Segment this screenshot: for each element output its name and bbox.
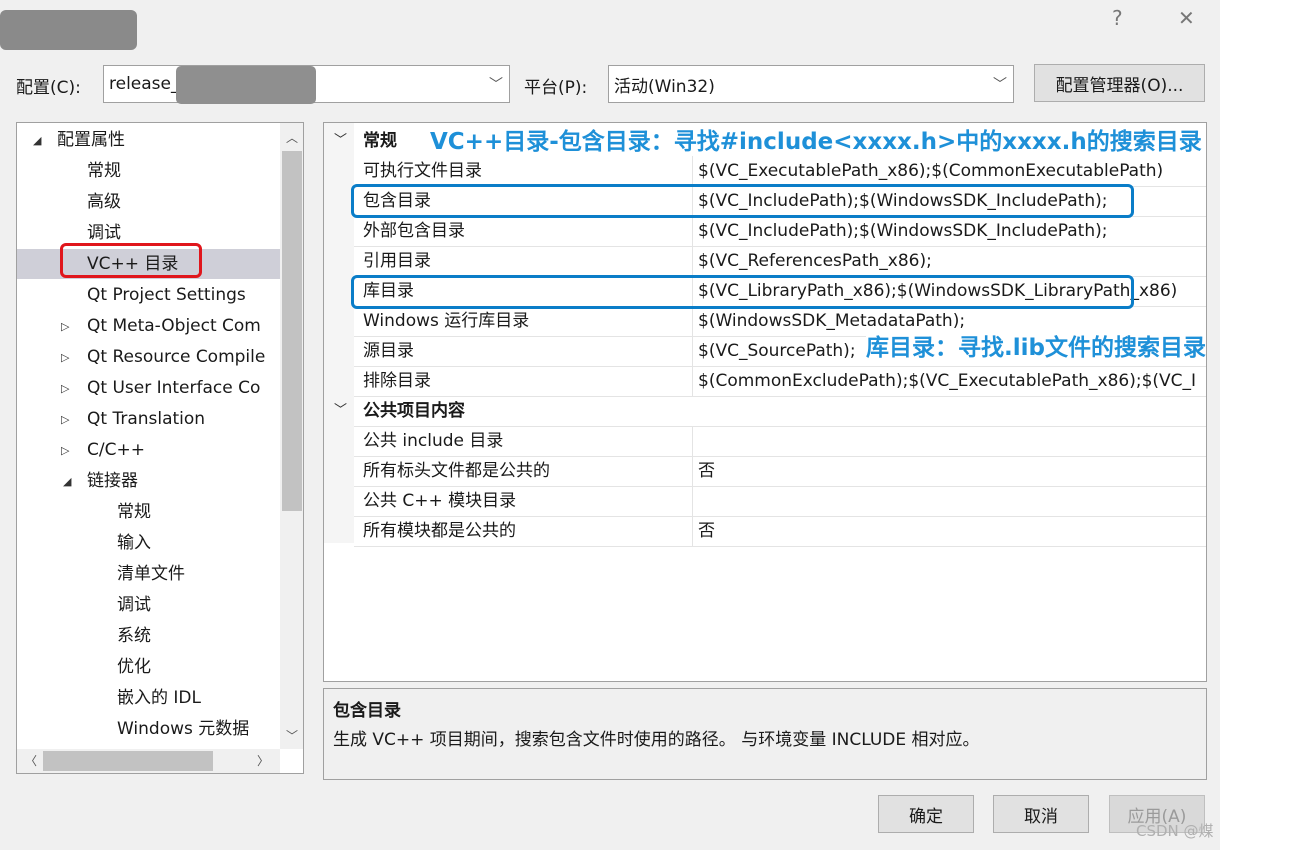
config-label: 配置(C): (16, 78, 81, 98)
config-redacted (176, 66, 316, 104)
property-tree: ◢ 配置属性 常规 高级 调试 VC++ 目录 Qt Project Setti… (16, 122, 304, 774)
platform-label: 平台(P): (524, 78, 588, 98)
property-name: Windows 运行库目录 (363, 311, 530, 331)
tree-item-label: Qt User Interface Co (87, 378, 261, 398)
description-text: 生成 VC++ 项目期间，搜索包含文件时使用的路径。 与环境变量 INCLUDE… (333, 730, 980, 750)
property-name: 外部包含目录 (363, 221, 465, 241)
scroll-down-icon[interactable]: ﹀ (286, 727, 298, 744)
platform-value: 活动(Win32) (614, 76, 715, 97)
property-row[interactable]: 可执行文件目录 $(VC_ExecutablePath_x86);$(Commo… (324, 156, 1206, 186)
expand-icon: ▷ (61, 382, 70, 395)
highlight-vc-directories (60, 243, 202, 278)
tree-item-config-props[interactable]: ◢ 配置属性 (17, 125, 280, 155)
category-label: 常规 (363, 131, 397, 151)
expand-icon: ▷ (61, 320, 70, 333)
annotation-library: 库目录：寻找.lib文件的搜索目录 (866, 328, 1206, 362)
ok-button[interactable]: 确定 (878, 795, 974, 833)
title-redacted (0, 10, 137, 50)
highlight-include-dirs (351, 184, 1134, 218)
tree-item-label: Qt Translation (87, 409, 206, 429)
config-manager-button[interactable]: 配置管理器(O)... (1034, 64, 1205, 102)
tree-item-linker-input[interactable]: 输入 (117, 528, 151, 558)
expand-icon: ▷ (61, 351, 70, 364)
property-row[interactable]: 所有模块都是公共的 否 (324, 516, 1206, 546)
property-row[interactable]: 公共 C++ 模块目录 (324, 486, 1206, 516)
property-row[interactable]: 引用目录 $(VC_ReferencesPath_x86); (324, 246, 1206, 276)
tree-item-linker-optimization[interactable]: 优化 (117, 652, 151, 682)
property-value: 否 (698, 461, 715, 481)
chevron-down-icon: ﹀ (993, 77, 1007, 93)
tree-item-linker-manifest[interactable]: 清单文件 (117, 559, 185, 589)
property-value: $(VC_ReferencesPath_x86); (698, 251, 932, 271)
tree-item-label: C/C++ (87, 440, 145, 460)
watermark: CSDN @煤 (1136, 822, 1214, 840)
tree-item-general[interactable]: 常规 (87, 156, 121, 186)
annotation-include: VC++目录-包含目录：寻找#include<xxxx.h>中的xxxx.h的搜… (430, 129, 1202, 155)
expand-icon: ▷ (61, 444, 70, 457)
tree-item-qt-project-settings[interactable]: Qt Project Settings (87, 280, 246, 310)
property-value: $(VC_ExecutablePath_x86);$(CommonExecuta… (698, 161, 1164, 181)
property-name: 排除目录 (363, 371, 431, 391)
help-button[interactable]: ? (1112, 6, 1123, 30)
property-value: $(VC_IncludePath);$(WindowsSDK_IncludePa… (698, 221, 1108, 241)
chevron-down-icon: ﹀ (489, 77, 503, 93)
tree-item-advanced[interactable]: 高级 (87, 187, 121, 217)
description-panel: 包含目录 生成 VC++ 项目期间，搜索包含文件时使用的路径。 与环境变量 IN… (323, 688, 1207, 780)
property-name: 公共 C++ 模块目录 (363, 491, 517, 511)
property-row[interactable]: 排除目录 $(CommonExcludePath);$(VC_Executabl… (324, 366, 1206, 396)
tree-item-label: 链接器 (87, 471, 138, 491)
expand-icon: ▷ (61, 413, 70, 426)
close-button[interactable]: ✕ (1178, 6, 1195, 30)
property-row[interactable]: 外部包含目录 $(VC_IncludePath);$(WindowsSDK_In… (324, 216, 1206, 246)
category-public-project-content[interactable]: ﹀ 公共项目内容 (324, 396, 1206, 426)
scroll-up-icon[interactable]: ︿ (286, 129, 298, 146)
expand-icon: ◢ (33, 134, 42, 147)
scroll-right-icon[interactable]: 〉 (257, 752, 269, 769)
collapse-icon: ﹀ (334, 133, 348, 148)
cancel-button[interactable]: 取消 (993, 795, 1089, 833)
tree-horizontal-scrollbar[interactable]: 〈 〉 (17, 749, 280, 773)
property-value: 否 (698, 521, 715, 541)
property-row[interactable]: 所有标头文件都是公共的 否 (324, 456, 1206, 486)
description-title: 包含目录 (333, 701, 401, 721)
property-value: $(CommonExcludePath);$(VC_ExecutablePath… (698, 371, 1197, 391)
tree-vertical-scrollbar[interactable]: ︿ ﹀ (280, 123, 303, 749)
platform-select[interactable]: 活动(Win32) ﹀ (608, 65, 1014, 103)
property-name: 所有标头文件都是公共的 (363, 461, 550, 481)
tree-item-linker-general[interactable]: 常规 (117, 497, 151, 527)
scroll-thumb[interactable] (43, 751, 213, 771)
property-name: 公共 include 目录 (363, 431, 504, 451)
property-row[interactable]: 公共 include 目录 (324, 426, 1206, 456)
property-name: 可执行文件目录 (363, 161, 482, 181)
property-value: $(VC_SourcePath); (698, 341, 856, 361)
tree-item-linker-windows-metadata[interactable]: Windows 元数据 (117, 714, 249, 744)
property-name: 所有模块都是公共的 (363, 521, 516, 541)
scroll-left-icon[interactable]: 〈 (25, 752, 37, 769)
row-divider (354, 546, 1206, 547)
property-name: 引用目录 (363, 251, 431, 271)
tree-item-label: Qt Meta-Object Com (87, 316, 261, 336)
tree-item-linker-embedded-idl[interactable]: 嵌入的 IDL (117, 683, 201, 713)
property-name: 源目录 (363, 341, 414, 361)
highlight-library-dirs (351, 275, 1134, 309)
collapse-icon: ﹀ (334, 403, 348, 418)
tree-item-label: Qt Resource Compile (87, 347, 266, 367)
tree-item-linker-system[interactable]: 系统 (117, 621, 151, 651)
expand-icon: ◢ (63, 475, 72, 488)
tree-item-linker-debugging[interactable]: 调试 (117, 590, 151, 620)
scroll-thumb[interactable] (282, 151, 302, 511)
category-label: 公共项目内容 (363, 401, 465, 421)
tree-item-label: 配置属性 (57, 130, 125, 150)
